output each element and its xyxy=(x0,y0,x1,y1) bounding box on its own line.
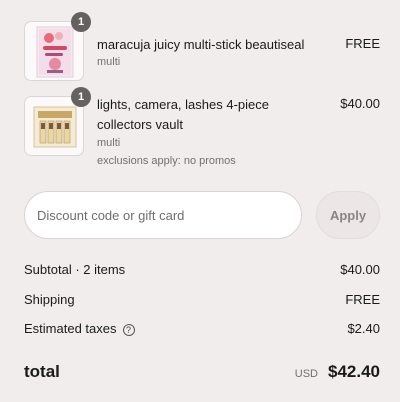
product-note: exclusions apply: no promos xyxy=(97,155,236,167)
help-icon[interactable]: ? xyxy=(122,324,135,336)
taxes-label-group: Estimated taxes? xyxy=(24,321,135,336)
product-name: maracuja juicy multi-stick beautiseal xyxy=(97,37,305,52)
subtotal-label: Subtotal · 2 items xyxy=(24,262,126,277)
product-variant: multi xyxy=(97,56,121,68)
taxes-value: $2.40 xyxy=(347,321,380,336)
apply-button[interactable]: Apply xyxy=(316,191,380,239)
product-variant: multi xyxy=(97,137,121,149)
quantity-badge: 1 xyxy=(71,12,91,32)
discount-code-input[interactable] xyxy=(24,191,302,239)
total-label: total xyxy=(24,362,60,381)
total-amount: $42.40 xyxy=(328,362,380,381)
lip-stick-product-icon xyxy=(36,26,74,78)
subtotal-value: $40.00 xyxy=(340,262,380,277)
total-row: total USD $42.40 xyxy=(24,362,380,386)
product-name: lights, camera, lashes 4-piece collector… xyxy=(97,97,269,132)
mascara-vault-product-icon xyxy=(33,106,77,148)
product-price: $40.00 xyxy=(340,96,380,111)
shipping-value: FREE xyxy=(345,292,380,307)
discount-row: Apply xyxy=(24,191,380,239)
shipping-label: Shipping xyxy=(24,292,75,307)
line-item: 1 maracuja juicy multi-stick beautiseal … xyxy=(24,12,380,81)
quantity-badge: 1 xyxy=(71,87,91,107)
total-currency: USD xyxy=(294,368,318,380)
product-price: FREE xyxy=(345,36,380,51)
order-summary: 1 maracuja juicy multi-stick beautiseal … xyxy=(0,0,400,402)
line-item: 1 lights, camera, lashes 4-piece collect… xyxy=(24,87,380,167)
taxes-label: Estimated taxes xyxy=(24,321,117,336)
